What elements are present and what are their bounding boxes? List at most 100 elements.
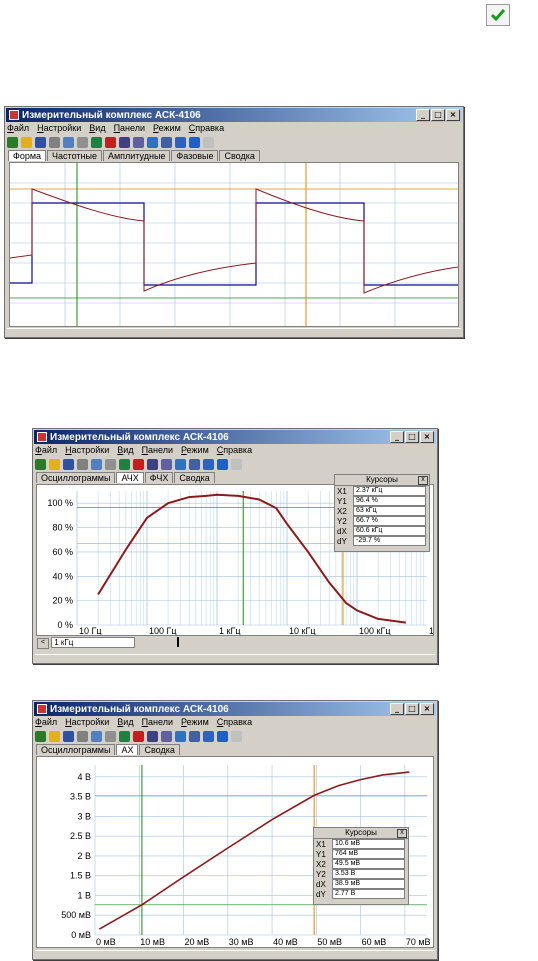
tab-ah[interactable]: АХ bbox=[116, 744, 139, 755]
toolbar-button-icon[interactable] bbox=[49, 730, 60, 742]
tab-oscillograms[interactable]: Осциллограммы bbox=[36, 472, 116, 483]
toolbar-button-icon[interactable] bbox=[77, 136, 88, 148]
toolbar-button-icon[interactable] bbox=[63, 136, 74, 148]
menu-view[interactable]: Вид bbox=[117, 445, 133, 456]
toolbar-button-icon[interactable] bbox=[63, 458, 74, 470]
oscilloscope-window: Измерительный комплекс АСК-4106 _ □ × Файл… bbox=[4, 106, 464, 338]
cursors-close-button[interactable]: x bbox=[418, 476, 428, 485]
cursor-label: dY bbox=[316, 889, 326, 899]
toolbar-button-icon[interactable] bbox=[161, 730, 172, 742]
frequency-input-bar: < 1 кГц bbox=[37, 637, 433, 649]
tab-oscillograms[interactable]: Осциллограммы bbox=[36, 744, 116, 755]
toolbar-button-icon[interactable] bbox=[175, 458, 186, 470]
toolbar-button-icon[interactable] bbox=[161, 136, 172, 148]
menu-panels[interactable]: Панели bbox=[114, 123, 145, 134]
maximize-button[interactable]: □ bbox=[431, 109, 445, 121]
cursor-label: Y1 bbox=[316, 849, 326, 859]
toolbar-button-icon[interactable] bbox=[91, 458, 102, 470]
menu-settings[interactable]: Настройки bbox=[37, 123, 81, 134]
waveform-plot[interactable] bbox=[9, 162, 459, 327]
toolbar-button-icon[interactable] bbox=[231, 730, 242, 742]
menu-help[interactable]: Справка bbox=[189, 123, 224, 134]
tab-frequency[interactable]: Частотные bbox=[47, 150, 102, 161]
tab-summary[interactable]: Сводка bbox=[139, 744, 180, 755]
toolbar-button-icon[interactable] bbox=[175, 730, 186, 742]
toolbar-button-icon[interactable] bbox=[35, 136, 46, 148]
cursors-title: Курсоры bbox=[366, 475, 398, 484]
menu-mode[interactable]: Режим bbox=[181, 445, 209, 456]
toolbar-button-icon[interactable] bbox=[147, 136, 158, 148]
toolbar-button-icon[interactable] bbox=[119, 458, 130, 470]
menu-view[interactable]: Вид bbox=[117, 717, 133, 728]
cursor-label: X2 bbox=[337, 506, 347, 516]
y-tick-label: 3.5 В bbox=[70, 792, 91, 802]
toolbar-button-icon[interactable] bbox=[189, 458, 200, 470]
tab-afc[interactable]: АЧХ bbox=[116, 472, 144, 483]
tab-amplitude[interactable]: Амплитудные bbox=[102, 150, 171, 161]
close-button[interactable]: × bbox=[420, 703, 434, 715]
toolbar-button-icon[interactable] bbox=[203, 136, 214, 148]
toolbar-button-icon[interactable] bbox=[147, 730, 158, 742]
toolbar-button-icon[interactable] bbox=[189, 136, 200, 148]
toolbar-button-icon[interactable] bbox=[119, 730, 130, 742]
toolbar-button-icon[interactable] bbox=[217, 730, 228, 742]
minimize-button[interactable]: _ bbox=[390, 431, 404, 443]
window-titlebar: Измерительный комплекс АСК-4106 _ □ × bbox=[6, 108, 462, 122]
tab-form[interactable]: Форма bbox=[8, 150, 47, 161]
toolbar-button-icon[interactable] bbox=[189, 730, 200, 742]
toolbar-button-icon[interactable] bbox=[91, 730, 102, 742]
toolbar-button-icon[interactable] bbox=[91, 136, 102, 148]
y-tick-label: 500 мВ bbox=[61, 910, 91, 920]
cursors-close-button[interactable]: x bbox=[397, 829, 407, 838]
menu-help[interactable]: Справка bbox=[217, 717, 252, 728]
tab-phase[interactable]: Фазовые bbox=[171, 150, 219, 161]
menu-view[interactable]: Вид bbox=[89, 123, 105, 134]
toolbar-button-icon[interactable] bbox=[49, 458, 60, 470]
menu-help[interactable]: Справка bbox=[217, 445, 252, 456]
menu-panels[interactable]: Панели bbox=[142, 717, 173, 728]
frequency-input[interactable]: 1 кГц bbox=[51, 637, 136, 648]
close-button[interactable]: × bbox=[420, 431, 434, 443]
window-title: Измерительный комплекс АСК-4106 bbox=[50, 431, 229, 443]
toolbar-button-icon[interactable] bbox=[133, 730, 144, 742]
minimize-button[interactable]: _ bbox=[390, 703, 404, 715]
toolbar-button-icon[interactable] bbox=[217, 458, 228, 470]
minimize-button[interactable]: _ bbox=[416, 109, 430, 121]
toolbar-button-icon[interactable] bbox=[63, 730, 74, 742]
menu-mode[interactable]: Режим bbox=[153, 123, 181, 134]
tab-pfc[interactable]: ФЧХ bbox=[144, 472, 174, 483]
toolbar-button-icon[interactable] bbox=[105, 730, 116, 742]
toolbar-button-icon[interactable] bbox=[175, 136, 186, 148]
menu-mode[interactable]: Режим bbox=[181, 717, 209, 728]
toolbar-button-icon[interactable] bbox=[203, 458, 214, 470]
menu-settings[interactable]: Настройки bbox=[65, 717, 109, 728]
toolbar-button-icon[interactable] bbox=[49, 136, 60, 148]
toolbar-button-icon[interactable] bbox=[105, 458, 116, 470]
tab-summary[interactable]: Сводка bbox=[219, 150, 260, 161]
toolbar-button-icon[interactable] bbox=[7, 136, 18, 148]
toolbar-button-icon[interactable] bbox=[147, 458, 158, 470]
toolbar-button-icon[interactable] bbox=[21, 136, 32, 148]
confirm-check-button[interactable] bbox=[486, 4, 510, 26]
toolbar-button-icon[interactable] bbox=[133, 136, 144, 148]
menu-panels[interactable]: Панели bbox=[142, 445, 173, 456]
toolbar-button-icon[interactable] bbox=[203, 730, 214, 742]
maximize-button[interactable]: □ bbox=[405, 703, 419, 715]
close-button[interactable]: × bbox=[446, 109, 460, 121]
toolbar-button-icon[interactable] bbox=[35, 458, 46, 470]
toolbar-button-icon[interactable] bbox=[35, 730, 46, 742]
toolbar-button-icon[interactable] bbox=[105, 136, 116, 148]
toolbar-button-icon[interactable] bbox=[77, 730, 88, 742]
tab-summary[interactable]: Сводка bbox=[174, 472, 215, 483]
toolbar-button-icon[interactable] bbox=[161, 458, 172, 470]
menu-settings[interactable]: Настройки bbox=[65, 445, 109, 456]
toolbar-button-icon[interactable] bbox=[133, 458, 144, 470]
menu-file[interactable]: Файл bbox=[7, 123, 29, 134]
menu-file[interactable]: Файл bbox=[35, 717, 57, 728]
toolbar-button-icon[interactable] bbox=[119, 136, 130, 148]
menu-file[interactable]: Файл bbox=[35, 445, 57, 456]
toolbar-button-icon[interactable] bbox=[231, 458, 242, 470]
maximize-button[interactable]: □ bbox=[405, 431, 419, 443]
scroll-left-button[interactable]: < bbox=[37, 638, 49, 649]
toolbar-button-icon[interactable] bbox=[77, 458, 88, 470]
